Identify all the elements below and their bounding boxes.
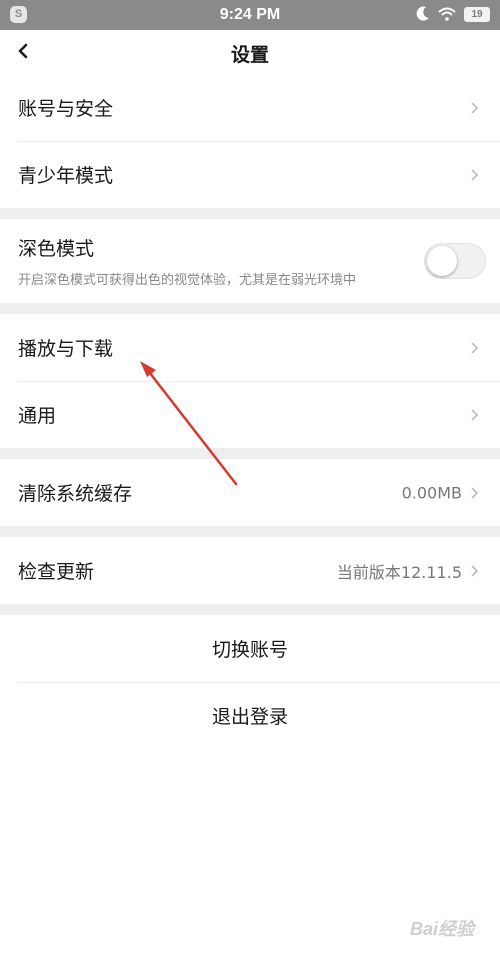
clear-cache-row[interactable]: 清除系统缓存 0.00MB: [0, 459, 500, 526]
check-update-row[interactable]: 检查更新 当前版本12.11.5: [0, 537, 500, 604]
section-divider: [0, 604, 500, 615]
logout-button[interactable]: 退出登录: [0, 682, 500, 749]
switch-account-button[interactable]: 切换账号: [0, 615, 500, 682]
clear-cache-label: 清除系统缓存: [18, 483, 133, 505]
chevron-right-icon: [471, 486, 479, 499]
wifi-icon: [438, 7, 456, 21]
account-section: 账号与安全 青少年模式: [0, 74, 500, 208]
youth-mode-row[interactable]: 青少年模式: [0, 141, 500, 208]
section-divider: [0, 526, 500, 537]
dark-mode-toggle[interactable]: [424, 243, 486, 279]
section-divider: [0, 448, 500, 459]
switch-account-label: 切换账号: [211, 639, 288, 661]
youth-mode-label: 青少年模式: [18, 165, 114, 187]
cache-section: 清除系统缓存 0.00MB: [0, 459, 500, 526]
playback-download-label: 播放与下载: [18, 338, 114, 360]
playback-download-row[interactable]: 播放与下载: [0, 314, 500, 381]
battery-icon: 19: [464, 6, 490, 22]
nav-bar: 设置: [0, 30, 500, 74]
chevron-right-icon: [471, 408, 479, 421]
account-security-row[interactable]: 账号与安全: [0, 74, 500, 141]
chevron-right-icon: [471, 168, 479, 181]
general-label: 通用: [18, 405, 57, 427]
watermark-logo: Bai经验: [409, 919, 474, 939]
account-security-label: 账号与安全: [18, 98, 114, 120]
moon-icon: [416, 6, 429, 21]
cache-size-value: 0.00MB: [401, 483, 462, 502]
chevron-right-icon: [471, 101, 479, 114]
dark-mode-description: 开启深色模式可获得出色的视觉体验，尤其是在弱光环境中: [18, 273, 357, 288]
general-section: 播放与下载 通用: [0, 314, 500, 448]
update-section: 检查更新 当前版本12.11.5: [0, 537, 500, 604]
dark-mode-section: 深色模式 开启深色模式可获得出色的视觉体验，尤其是在弱光环境中: [0, 219, 500, 303]
dark-mode-row: 深色模式 开启深色模式可获得出色的视觉体验，尤其是在弱光环境中: [0, 219, 500, 303]
status-icons: 19: [416, 6, 490, 22]
section-divider: [0, 303, 500, 314]
session-section: 切换账号 退出登录: [0, 615, 500, 749]
check-update-label: 检查更新: [18, 561, 95, 583]
chevron-right-icon: [471, 564, 479, 577]
section-divider: [0, 208, 500, 219]
dark-mode-label: 深色模式: [18, 238, 95, 260]
logout-label: 退出登录: [211, 706, 288, 728]
page-title: 设置: [230, 44, 269, 66]
chevron-right-icon: [471, 341, 479, 354]
general-row[interactable]: 通用: [0, 381, 500, 448]
toggle-knob: [427, 246, 457, 276]
status-bar: S 9:24 PM 19: [0, 0, 500, 30]
version-value: 当前版本12.11.5: [336, 562, 462, 582]
